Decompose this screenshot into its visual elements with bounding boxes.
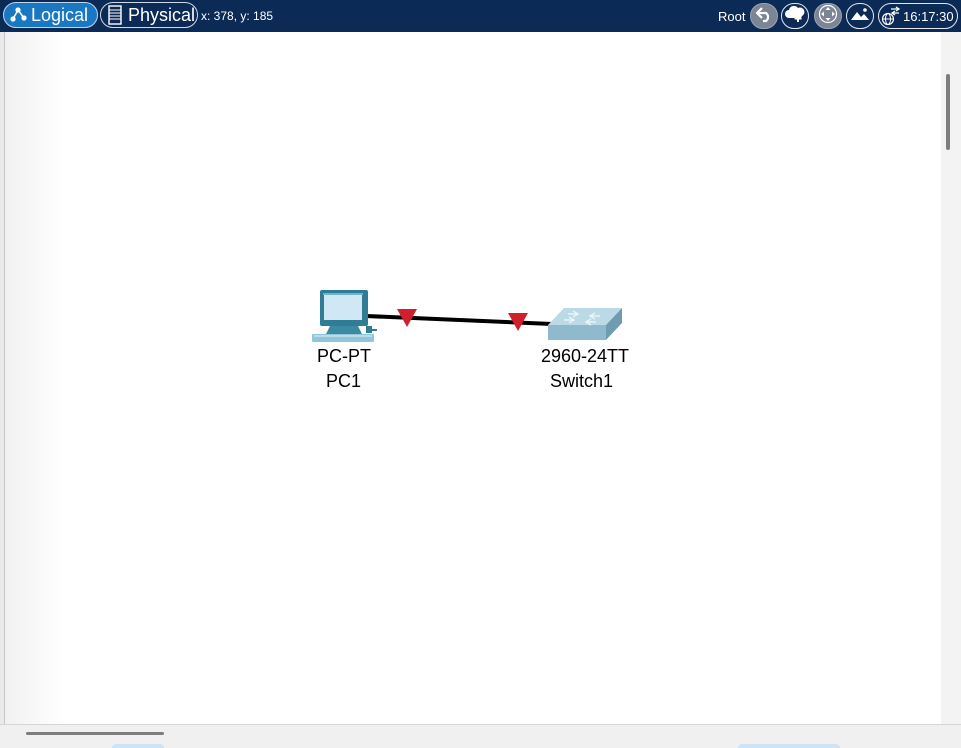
switch1-name-label[interactable]: Switch1 bbox=[550, 371, 613, 392]
topology-layer bbox=[312, 290, 622, 342]
pc1-device[interactable] bbox=[312, 290, 377, 342]
bottom-panel-edge bbox=[112, 744, 164, 748]
pc1-model-label: PC-PT bbox=[317, 346, 371, 366]
switch-icon bbox=[548, 308, 622, 340]
horizontal-scrollbar-thumb[interactable] bbox=[26, 732, 164, 735]
vertical-scrollbar[interactable] bbox=[941, 32, 961, 724]
pc-icon bbox=[312, 290, 377, 342]
switch1-device[interactable] bbox=[548, 308, 622, 340]
bottom-panel-edge bbox=[738, 744, 840, 748]
vertical-scrollbar-thumb[interactable] bbox=[946, 74, 950, 150]
switch1-model-label: 2960-24TT bbox=[541, 346, 630, 366]
pc1-name-label[interactable]: PC1 bbox=[326, 371, 361, 392]
